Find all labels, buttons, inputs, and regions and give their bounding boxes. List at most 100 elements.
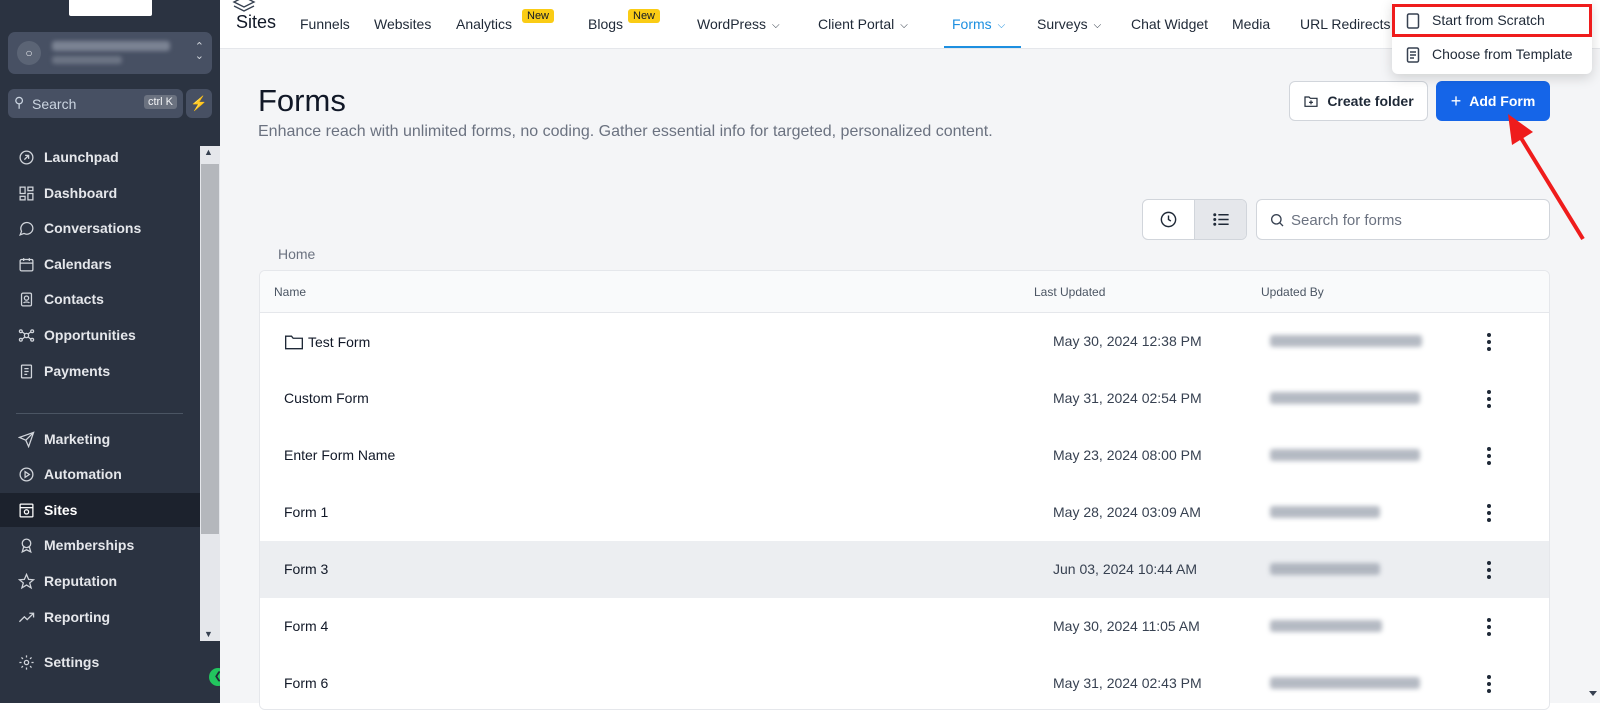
account-address-redacted [52, 56, 122, 64]
tab-label: WordPress [697, 16, 766, 32]
section-title: Sites [236, 12, 277, 32]
form-name[interactable]: Test Form [284, 333, 370, 351]
column-header-updated-by[interactable]: Updated By [1261, 285, 1324, 299]
calendar-icon [17, 255, 35, 273]
add-form-button[interactable]: + Add Form [1436, 81, 1550, 121]
sidebar-item-conversations[interactable]: Conversations [0, 211, 200, 245]
choose-from-template-option[interactable]: Choose from Template [1392, 39, 1592, 69]
tab-analytics[interactable]: Analytics New [456, 9, 555, 32]
chevron-down-icon: ⌵ [900, 20, 908, 31]
sidebar-item-settings[interactable]: Settings [0, 645, 200, 679]
forms-table: Name Last Updated Updated By Test Form M… [259, 270, 1550, 710]
form-name[interactable]: Form 3 [284, 561, 328, 577]
forms-search [1256, 199, 1550, 240]
quick-action-bolt-icon[interactable]: ⚡ [186, 89, 212, 118]
list-view-button[interactable] [1195, 200, 1246, 239]
more-options-icon[interactable] [1478, 441, 1500, 471]
table-row[interactable]: Test Form May 30, 2024 12:38 PM [260, 313, 1549, 371]
sidebar-item-launchpad[interactable]: Launchpad [0, 140, 200, 174]
sidebar-item-label: Dashboard [44, 185, 118, 201]
sidebar-item-payments[interactable]: Payments [0, 354, 200, 388]
create-folder-label: Create folder [1327, 93, 1414, 109]
search-input[interactable] [1291, 209, 1531, 231]
sidebar-item-label: Reputation [44, 573, 118, 589]
opportunities-icon [17, 326, 35, 344]
sidebar-item-calendars[interactable]: Calendars [0, 247, 200, 281]
sidebar-item-opportunities[interactable]: Opportunities [0, 318, 200, 352]
table-row[interactable]: Form 3 Jun 03, 2024 10:44 AM [260, 541, 1549, 599]
last-updated: May 31, 2024 02:54 PM [1053, 390, 1202, 406]
sidebar-item-contacts[interactable]: Contacts [0, 282, 200, 316]
create-folder-button[interactable]: Create folder [1289, 81, 1428, 121]
tab-wordpress[interactable]: WordPress ⌵ [697, 16, 780, 32]
table-row[interactable]: Enter Form Name May 23, 2024 08:00 PM [260, 427, 1549, 485]
sidebar-item-reputation[interactable]: Reputation [0, 564, 200, 598]
sidebar-item-dashboard[interactable]: Dashboard [0, 176, 200, 210]
form-name[interactable]: Form 1 [284, 504, 328, 520]
scroll-down-arrow-icon[interactable] [1588, 688, 1598, 700]
more-options-icon[interactable] [1478, 555, 1500, 585]
table-row[interactable]: Form 4 May 30, 2024 11:05 AM [260, 598, 1549, 656]
scroll-down-arrow-icon[interactable]: ▼ [204, 629, 213, 639]
form-name[interactable]: Enter Form Name [284, 447, 395, 463]
sidebar-search[interactable]: ⚲ Search ctrl K [8, 89, 183, 118]
sidebar-item-automation[interactable]: Automation [0, 457, 200, 491]
updated-by-redacted [1270, 392, 1420, 404]
account-switcher[interactable]: ○ ⌃ ⌄ [8, 32, 212, 74]
updated-by-redacted [1270, 335, 1422, 347]
tab-media[interactable]: Media [1232, 16, 1270, 32]
form-name[interactable]: Form 4 [284, 618, 328, 634]
tab-url-redirects[interactable]: URL Redirects [1300, 16, 1391, 32]
table-row[interactable]: Form 1 May 28, 2024 03:09 AM [260, 484, 1549, 542]
recent-view-button[interactable] [1143, 200, 1195, 239]
tab-websites[interactable]: Websites [374, 16, 431, 32]
sidebar-item-label: Marketing [44, 431, 111, 447]
column-header-last-updated[interactable]: Last Updated [1034, 285, 1105, 299]
sidebar-item-label: Contacts [44, 291, 104, 307]
rocket-icon [17, 148, 35, 166]
main-content: Forms Enhance reach with unlimited forms… [220, 49, 1600, 710]
more-options-icon[interactable] [1478, 669, 1500, 699]
tab-chat-widget[interactable]: Chat Widget [1131, 16, 1208, 32]
table-row[interactable]: Form 6 May 31, 2024 02:43 PM [260, 655, 1549, 709]
sidebar-item-marketing[interactable]: Marketing [0, 422, 200, 456]
more-options-icon[interactable] [1478, 612, 1500, 642]
sidebar-item-sites[interactable]: Sites [0, 493, 200, 527]
sidebar-item-reporting[interactable]: Reporting [0, 600, 200, 634]
tab-label: Analytics [456, 16, 513, 32]
tab-blogs[interactable]: Blogs New [588, 9, 661, 32]
more-options-icon[interactable] [1478, 498, 1500, 528]
tab-label: Websites [374, 16, 432, 32]
chevron-updown-icon: ⌃ ⌄ [194, 41, 204, 62]
chevron-down-icon: ⌵ [997, 20, 1006, 31]
form-name[interactable]: Form 6 [284, 675, 328, 691]
page-description: Enhance reach with unlimited forms, no c… [258, 123, 993, 140]
updated-by-redacted [1270, 563, 1380, 575]
table-row[interactable]: Custom Form May 31, 2024 02:54 PM [260, 370, 1549, 428]
tab-funnels[interactable]: Funnels [300, 16, 350, 32]
last-updated: May 23, 2024 08:00 PM [1053, 447, 1202, 463]
tab-surveys[interactable]: Surveys ⌵ [1037, 16, 1101, 32]
table-header: Name Last Updated Updated By [260, 271, 1549, 313]
scroll-up-arrow-icon[interactable]: ▲ [204, 147, 213, 157]
annotation-highlight-box [1392, 4, 1592, 37]
folder-plus-icon [1304, 96, 1318, 107]
add-form-label: Add Form [1469, 93, 1536, 109]
updated-by-redacted [1270, 620, 1382, 632]
last-updated: May 28, 2024 03:09 AM [1053, 504, 1201, 520]
tab-label: URL Redirects [1300, 16, 1391, 32]
more-options-icon[interactable] [1478, 384, 1500, 414]
tab-forms[interactable]: Forms ⌵ [952, 16, 1005, 32]
sidebar-scrollbar[interactable]: ▲ ▼ [200, 146, 220, 641]
breadcrumb[interactable]: Home [278, 246, 315, 262]
search-icon: ⚲ [14, 94, 25, 110]
sidebar-item-memberships[interactable]: Memberships [0, 528, 200, 562]
more-options-icon[interactable] [1478, 327, 1500, 357]
tab-client-portal[interactable]: Client Portal ⌵ [818, 16, 908, 32]
form-name[interactable]: Custom Form [284, 390, 369, 406]
company-logo [69, 0, 152, 16]
search-icon [1271, 214, 1284, 227]
sidebar-item-label: Opportunities [44, 327, 136, 343]
column-header-name[interactable]: Name [274, 285, 306, 299]
sidebar-scroll-thumb[interactable] [201, 164, 219, 534]
